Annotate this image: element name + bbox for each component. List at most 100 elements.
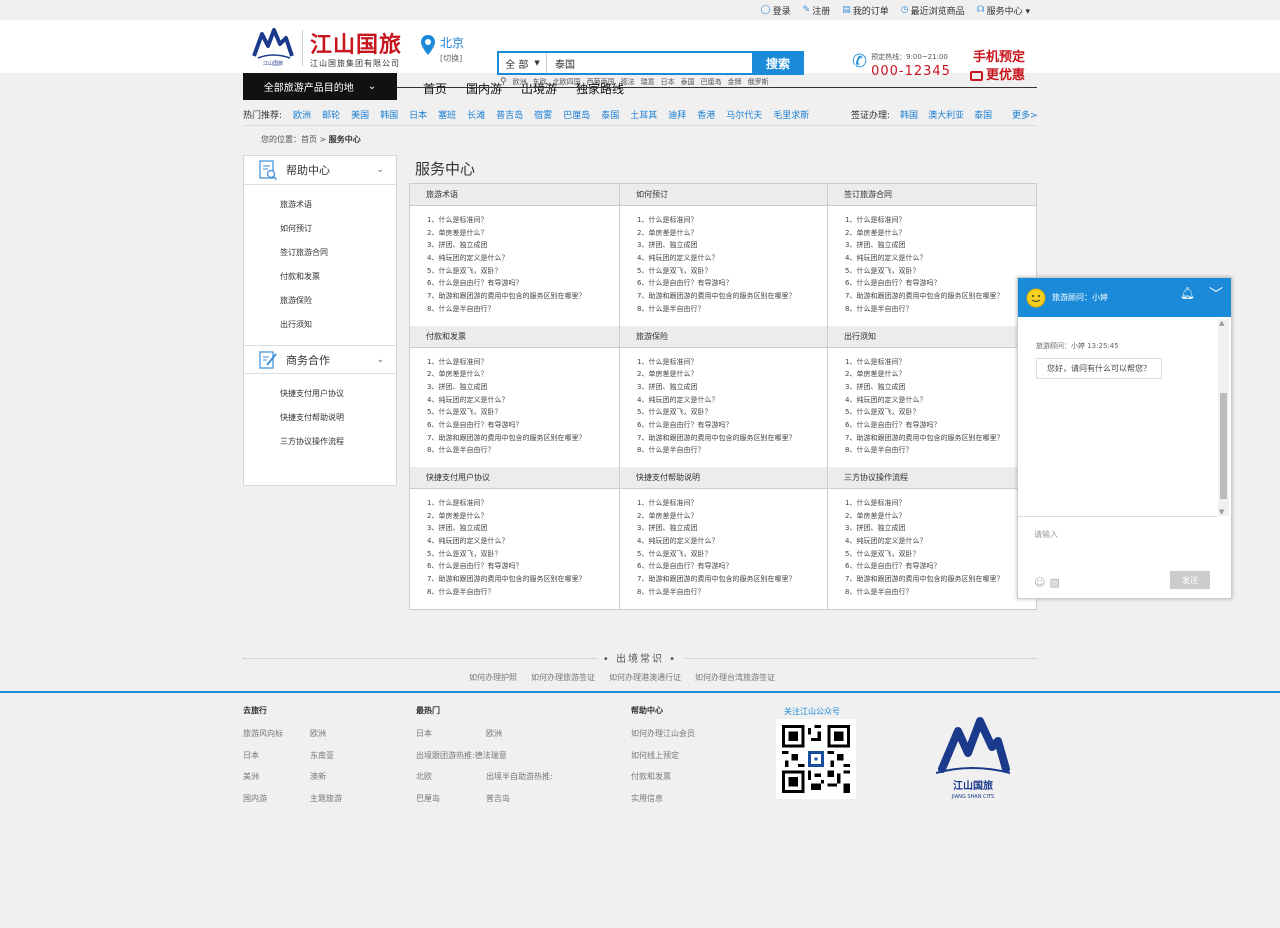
- faq-item[interactable]: 6、什么是自由行？有导游吗？: [845, 560, 1036, 573]
- search-input[interactable]: [547, 53, 752, 73]
- sidebar-item[interactable]: 出行须知: [280, 313, 396, 337]
- faq-item[interactable]: 3、拼团、独立成团: [845, 239, 1036, 252]
- faq-item[interactable]: 2、单房差是什么？: [845, 510, 1036, 523]
- sidebar-business-header[interactable]: 商务合作 ⌄: [244, 345, 396, 374]
- faq-item[interactable]: 4、纯玩团的定义是什么？: [845, 535, 1036, 548]
- site-logo[interactable]: 江山国旅 江山国旅 江山国旅集团有限公司: [250, 24, 410, 72]
- login-link[interactable]: ◯ 登录: [761, 4, 791, 17]
- footer-link[interactable]: 如何办理江山会员: [631, 728, 695, 750]
- nav-item-home[interactable]: 首页: [423, 80, 447, 97]
- faq-item[interactable]: 7、助游和跟团游的费用中包含的服务区别在哪里？: [845, 432, 1036, 445]
- scroll-up-icon[interactable]: ▲: [1219, 319, 1224, 327]
- faq-item[interactable]: 5、什么是双飞，双卧？: [637, 548, 827, 561]
- faq-item[interactable]: 4、纯玩团的定义是什么？: [637, 535, 827, 548]
- sidebar-item[interactable]: 如何预订: [280, 217, 396, 241]
- footer-link[interactable]: 欧洲: [486, 728, 502, 750]
- sidebar-item[interactable]: 旅游术语: [280, 193, 396, 217]
- hot-link[interactable]: 毛里求斯: [773, 108, 809, 121]
- hot-link[interactable]: 普吉岛: [496, 108, 523, 121]
- faq-item[interactable]: 4、纯玩团的定义是什么？: [427, 394, 619, 407]
- faq-item[interactable]: 1、什么是标准间？: [845, 214, 1036, 227]
- faq-item[interactable]: 6、什么是自由行？有导游吗？: [845, 419, 1036, 432]
- knowledge-link[interactable]: 如何办理护照: [469, 672, 517, 683]
- faq-item[interactable]: 2、单房差是什么？: [637, 368, 827, 381]
- scroll-thumb[interactable]: [1220, 393, 1227, 499]
- nav-item-outbound[interactable]: 出境游: [521, 80, 557, 97]
- faq-item[interactable]: 3、拼团、独立成团: [637, 381, 827, 394]
- footer-link[interactable]: 日本: [416, 728, 486, 750]
- send-button[interactable]: 发送: [1170, 571, 1210, 589]
- sidebar-item[interactable]: 旅游保险: [280, 289, 396, 313]
- footer-link[interactable]: 主题旅游: [310, 793, 342, 815]
- faq-item[interactable]: 3、拼团、独立成团: [637, 239, 827, 252]
- faq-item[interactable]: 5、什么是双飞，双卧？: [845, 265, 1036, 278]
- faq-item[interactable]: 1、什么是标准间？: [637, 356, 827, 369]
- faq-item[interactable]: 8、什么是半自由行？: [845, 444, 1036, 457]
- hot-link[interactable]: 马尔代夫: [726, 108, 762, 121]
- search-scope-dropdown[interactable]: 全 部 ▼: [499, 53, 547, 73]
- collapse-chevron-icon[interactable]: ﹀: [1209, 284, 1223, 304]
- faq-item[interactable]: 2、单房差是什么？: [845, 368, 1036, 381]
- faq-item[interactable]: 8、什么是半自由行？: [637, 444, 827, 457]
- footer-link[interactable]: 实用信息: [631, 793, 663, 815]
- knowledge-link[interactable]: 如何办理旅游签证: [531, 672, 595, 683]
- faq-item[interactable]: 4、纯玩团的定义是什么？: [637, 394, 827, 407]
- faq-item[interactable]: 2、单房差是什么？: [637, 510, 827, 523]
- visa-link[interactable]: 泰国: [974, 108, 992, 121]
- faq-item[interactable]: 2、单房差是什么？: [427, 510, 619, 523]
- faq-item[interactable]: 6、什么是自由行？有导游吗？: [637, 560, 827, 573]
- faq-item[interactable]: 6、什么是自由行？有导游吗？: [637, 277, 827, 290]
- faq-item[interactable]: 8、什么是半自由行？: [845, 303, 1036, 316]
- recent-link[interactable]: ◷ 最近浏览商品: [901, 4, 965, 17]
- faq-item[interactable]: 4、纯玩团的定义是什么？: [637, 252, 827, 265]
- faq-item[interactable]: 4、纯玩团的定义是什么？: [845, 252, 1036, 265]
- footer-link[interactable]: 国内游: [243, 793, 310, 815]
- footer-link[interactable]: 北欧: [416, 771, 486, 793]
- faq-item[interactable]: 6、什么是自由行？有导游吗？: [427, 419, 619, 432]
- faq-item[interactable]: 1、什么是标准间？: [845, 356, 1036, 369]
- faq-item[interactable]: 8、什么是半自由行？: [427, 586, 619, 599]
- hot-link[interactable]: 泰国: [601, 108, 619, 121]
- faq-item[interactable]: 5、什么是双飞，双卧？: [427, 265, 619, 278]
- all-destinations-dropdown[interactable]: 全部旅游产品目的地 ⌄: [243, 73, 397, 100]
- hot-link[interactable]: 香港: [697, 108, 715, 121]
- faq-item[interactable]: 1、什么是标准间？: [427, 497, 619, 510]
- visa-link[interactable]: 韩国: [900, 108, 918, 121]
- footer-link[interactable]: 欧洲: [310, 728, 326, 750]
- faq-item[interactable]: 1、什么是标准间？: [427, 356, 619, 369]
- orders-link[interactable]: ▤ 我的订单: [842, 4, 889, 17]
- hot-link[interactable]: 迪拜: [668, 108, 686, 121]
- more-link[interactable]: 更多>: [1012, 108, 1038, 121]
- faq-item[interactable]: 8、什么是半自由行？: [637, 586, 827, 599]
- faq-item[interactable]: 2、单房差是什么？: [427, 227, 619, 240]
- image-icon[interactable]: ▨: [1049, 576, 1059, 589]
- faq-item[interactable]: 2、单房差是什么？: [845, 227, 1036, 240]
- footer-link[interactable]: 付款和发票: [631, 771, 671, 793]
- faq-item[interactable]: 3、拼团、独立成团: [427, 239, 619, 252]
- faq-item[interactable]: 1、什么是标准间？: [637, 214, 827, 227]
- footer-link[interactable]: 日本: [243, 750, 310, 772]
- faq-item[interactable]: 7、助游和跟团游的费用中包含的服务区别在哪里？: [637, 432, 827, 445]
- sidebar-item[interactable]: 三方协议操作流程: [280, 430, 396, 454]
- faq-item[interactable]: 6、什么是自由行？有导游吗？: [637, 419, 827, 432]
- hot-link[interactable]: 邮轮: [322, 108, 340, 121]
- faq-item[interactable]: 8、什么是半自由行？: [427, 303, 619, 316]
- faq-item[interactable]: 1、什么是标准间？: [637, 497, 827, 510]
- faq-item[interactable]: 5、什么是双飞，双卧？: [427, 406, 619, 419]
- visa-link[interactable]: 澳大利亚: [928, 108, 964, 121]
- breadcrumb-home[interactable]: 首页: [301, 135, 317, 144]
- footer-link[interactable]: 出境半自助游热推:: [486, 771, 553, 793]
- faq-item[interactable]: 2、单房差是什么？: [427, 368, 619, 381]
- hot-link[interactable]: 欧洲: [293, 108, 311, 121]
- sidebar-item[interactable]: 付款和发票: [280, 265, 396, 289]
- footer-link[interactable]: 旅游风向标: [243, 728, 310, 750]
- faq-item[interactable]: 4、纯玩团的定义是什么？: [427, 535, 619, 548]
- faq-item[interactable]: 3、拼团、独立成团: [427, 381, 619, 394]
- footer-link[interactable]: 普吉岛: [486, 793, 510, 815]
- faq-item[interactable]: 7、助游和跟团游的费用中包含的服务区别在哪里？: [845, 573, 1036, 586]
- sidebar-item[interactable]: 快捷支付帮助说明: [280, 406, 396, 430]
- hot-link[interactable]: 韩国: [380, 108, 398, 121]
- chat-scrollbar[interactable]: ▲ ▼: [1218, 319, 1229, 516]
- faq-item[interactable]: 3、拼团、独立成团: [427, 522, 619, 535]
- footer-link[interactable]: 巴厘岛: [416, 793, 486, 815]
